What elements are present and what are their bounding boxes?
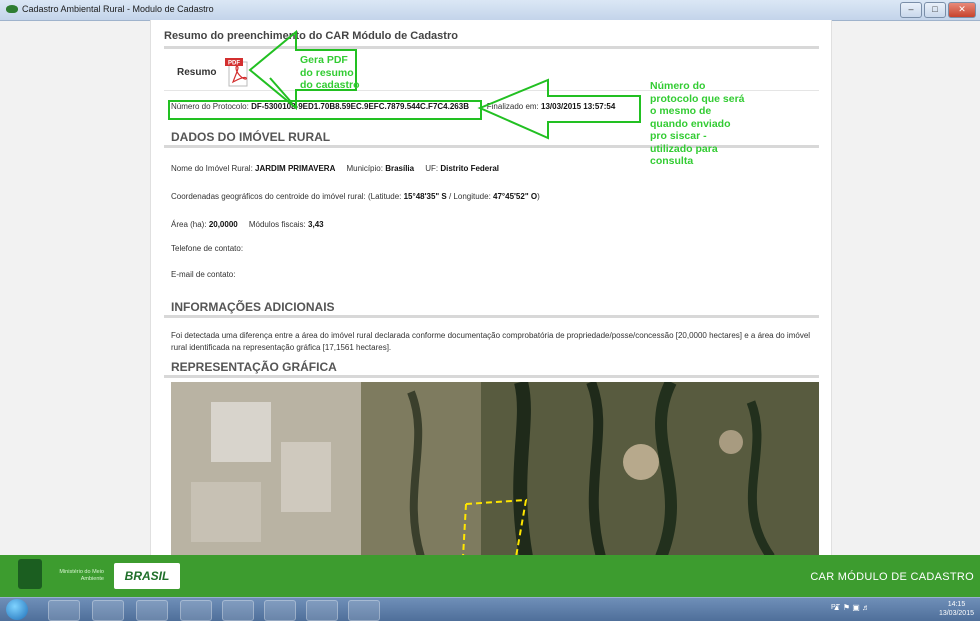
info-text: Foi detectada uma diferença entre a área… (171, 331, 811, 352)
municipio-label: Município: (346, 164, 383, 173)
divider (164, 315, 819, 318)
window-titlebar: Cadastro Ambiental Rural - Modulo de Cad… (0, 0, 980, 21)
tab-resumo[interactable]: Resumo (177, 67, 216, 78)
modulos-label: Módulos fiscais: (248, 220, 306, 229)
nome-municipio-uf-line: Nome do Imóvel Rural: JARDIM PRIMAVERA M… (171, 164, 499, 173)
protocol-highlight-box (168, 100, 482, 120)
window-controls: – □ ✕ (900, 2, 976, 18)
taskbar: PT ▲ ⚑ ▣ ♬ 14:15 13/03/2015 (0, 597, 980, 621)
brasil-logo: BRASIL (114, 563, 180, 589)
modulos-value: 3,43 (308, 220, 324, 229)
satellite-map[interactable] (171, 382, 819, 555)
word-icon[interactable] (264, 600, 296, 621)
page-title: Resumo do preenchimento do CAR Módulo de… (164, 30, 458, 42)
area-label: Área (ha): (171, 220, 207, 229)
chrome-icon[interactable] (180, 600, 212, 621)
lat-value: 15°48'35" S (403, 192, 447, 201)
window-title: Cadastro Ambiental Rural - Modulo de Cad… (22, 4, 214, 14)
coord-label: Coordenadas geográficos do centroide do … (171, 192, 402, 201)
powerpoint-icon[interactable] (348, 600, 380, 621)
lon-value: 47°45'52" O (493, 192, 538, 201)
maximize-button[interactable]: □ (924, 2, 946, 18)
lon-label: / Longitude: (448, 192, 491, 201)
nome-value: JARDIM PRIMAVERA (255, 164, 336, 173)
uf-value: Distrito Federal (440, 164, 500, 173)
email-label: E-mail de contato: (171, 270, 236, 279)
media-player-icon[interactable] (136, 600, 168, 621)
section-info-title: INFORMAÇÕES ADICIONAIS (171, 300, 335, 314)
coord-end: ) (537, 192, 540, 201)
clock[interactable]: 14:15 13/03/2015 (939, 600, 974, 618)
explorer-icon[interactable] (92, 600, 124, 621)
ie-icon[interactable] (48, 600, 80, 621)
coordenadas-line: Coordenadas geográficos do centroide do … (171, 192, 540, 201)
pdf-icon[interactable]: PDF (223, 56, 251, 88)
pdf-icon-label: PDF (228, 61, 240, 67)
divider (164, 46, 819, 49)
pdf-annotation: Gera PDF do resumo do cadastro (300, 54, 360, 91)
paint-icon[interactable] (306, 600, 338, 621)
app-leaf-icon (6, 5, 18, 13)
section-dados-title: DADOS DO IMÓVEL RURAL (171, 130, 331, 144)
satellite-image (171, 382, 819, 555)
finalizado-value: 13/03/2015 13:57:54 (541, 102, 616, 111)
footer-banner: Ministério do Meio Ambiente BRASIL CAR M… (0, 555, 980, 597)
municipio-value: Brasília (385, 164, 415, 173)
telefone-label: Telefone de contato: (171, 244, 244, 253)
ibama-logo (18, 559, 42, 589)
clock-time: 14:15 (947, 601, 966, 608)
area-value: 20,0000 (208, 220, 238, 229)
close-button[interactable]: ✕ (948, 2, 976, 18)
section-grafica-title: REPRESENTAÇÃO GRÁFICA (171, 360, 337, 374)
area-line: Área (ha): 20,0000 Módulos fiscais: 3,43 (171, 220, 324, 229)
start-button[interactable] (6, 599, 28, 620)
minimize-button[interactable]: – (900, 2, 922, 18)
footer-brand-text: CAR MÓDULO DE CADASTRO (810, 571, 974, 583)
ministerio-label: Ministério do Meio Ambiente (59, 569, 104, 582)
car-app-icon[interactable] (222, 600, 254, 621)
divider (164, 375, 819, 378)
nome-label: Nome do Imóvel Rural: (171, 164, 253, 173)
brasil-logo-text: BRASIL (124, 569, 170, 583)
protocol-annotation: Número do protocolo que será o mesmo de … (650, 80, 745, 167)
finalizado-label: Finalizado em: (486, 102, 539, 111)
tray-icons[interactable]: ▲ ⚑ ▣ ♬ (833, 603, 870, 612)
uf-label: UF: (425, 164, 439, 173)
clock-date: 13/03/2015 (938, 610, 974, 617)
